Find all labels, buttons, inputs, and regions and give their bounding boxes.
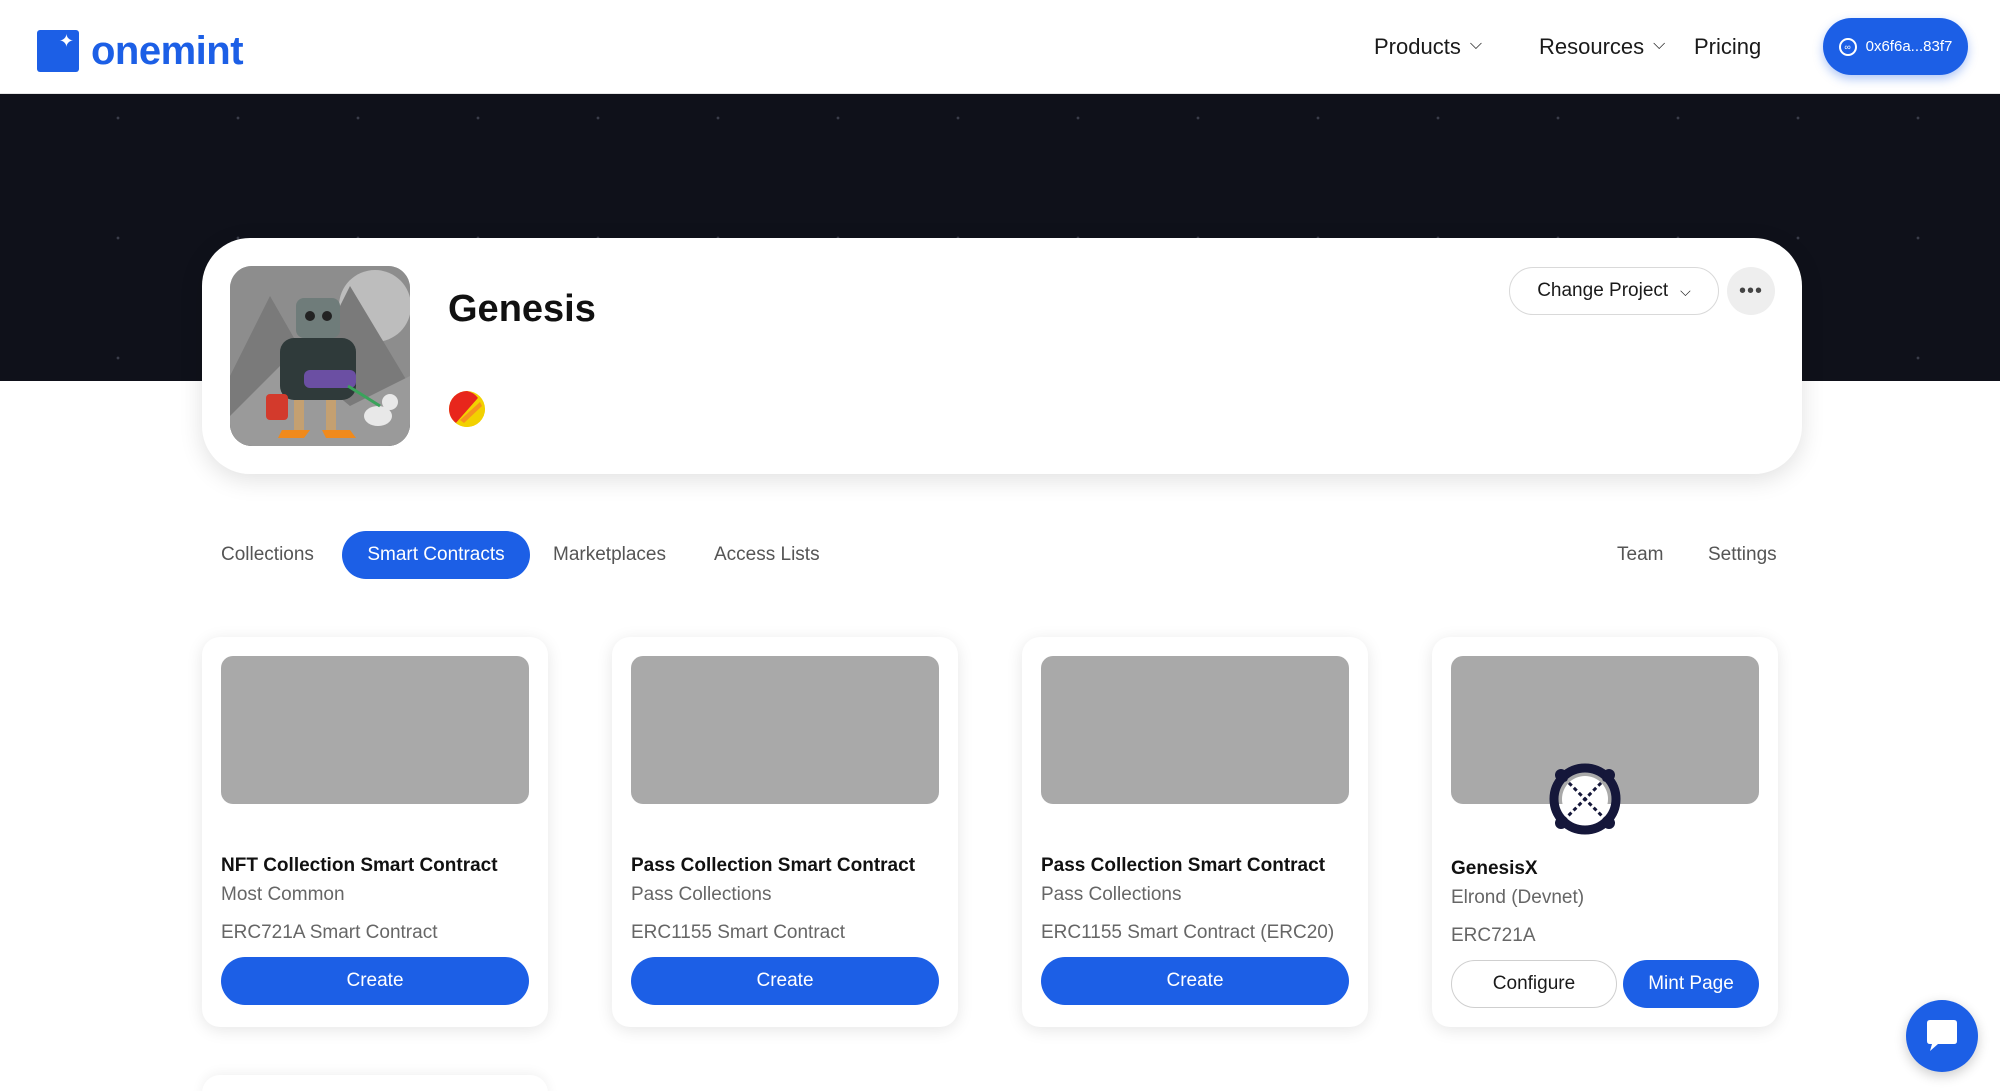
chevron-down-icon: ⌵ (1469, 36, 1482, 53)
change-project-label: Change Project (1537, 280, 1669, 301)
contract-card: NFT Collection Smart Contract Most Commo… (202, 637, 548, 1027)
create-button[interactable]: Create (221, 957, 529, 1005)
tab-smart-contracts[interactable]: Smart Contracts (342, 531, 530, 579)
chevron-down-icon: ⌵ (1653, 36, 1666, 53)
logo-text: onemint (91, 29, 244, 73)
more-options-button[interactable]: ••• (1727, 267, 1775, 315)
project-avatar (230, 266, 410, 446)
contract-card: Pass Collection Smart Contract Pass Coll… (1022, 637, 1368, 1027)
ellipsis-icon: ••• (1738, 279, 1763, 302)
contract-subtitle: Pass Collections (631, 884, 772, 905)
project-title: Genesis (448, 288, 596, 330)
contract-title: Pass Collection Smart Contract (631, 855, 916, 876)
contract-title: Pass Collection Smart Contract (1041, 855, 1326, 876)
contract-type: ERC721A Smart Contract (221, 922, 438, 943)
tab-settings[interactable]: Settings (1708, 531, 1777, 579)
deployed-contract-card: GenesisX Elrond (Devnet) ERC721A Configu… (1432, 637, 1778, 1027)
tab-marketplaces[interactable]: Marketplaces (553, 531, 666, 579)
contract-type: ERC721A (1451, 925, 1536, 946)
contract-thumbnail (631, 656, 939, 804)
mint-page-button[interactable]: Mint Page (1623, 960, 1759, 1008)
wallet-address: 0x6f6a...83f7 (1865, 38, 1953, 55)
wallet-button[interactable]: ∞ 0x6f6a...83f7 (1823, 18, 1968, 75)
tab-team[interactable]: Team (1617, 531, 1663, 579)
contract-thumbnail (221, 656, 529, 804)
nav-resources-label: Resources (1539, 34, 1645, 59)
contract-type: ERC1155 Smart Contract (631, 922, 846, 943)
contract-network: Elrond (Devnet) (1451, 887, 1585, 908)
create-button[interactable]: Create (1041, 957, 1349, 1005)
logo-mark-icon: ✦ (37, 30, 79, 72)
nav-products-menu[interactable]: Products ⌵ (1374, 30, 1482, 64)
contract-subtitle: Most Common (221, 884, 345, 905)
nav-products-label: Products (1374, 34, 1461, 59)
chat-icon (1927, 1020, 1957, 1051)
contract-card-partial (202, 1075, 548, 1091)
contract-subtitle: Pass Collections (1041, 884, 1182, 905)
tab-access-lists[interactable]: Access Lists (714, 531, 820, 579)
nav-pricing-label: Pricing (1694, 34, 1762, 59)
contract-card: Pass Collection Smart Contract Pass Coll… (612, 637, 958, 1027)
create-button[interactable]: Create (631, 957, 939, 1005)
chevron-down-icon: ⌵ (1680, 282, 1691, 299)
project-card: Genesis Change Project ⌵ ••• (202, 238, 1802, 474)
onemint-logo[interactable]: ✦ onemint (37, 29, 244, 73)
elrond-logo-icon (1547, 761, 1623, 837)
configure-button[interactable]: Configure (1451, 960, 1617, 1008)
nav-pricing-link[interactable]: Pricing (1694, 30, 1761, 64)
wallet-icon: ∞ (1838, 37, 1857, 56)
contract-thumbnail (1041, 656, 1349, 804)
tab-collections[interactable]: Collections (221, 531, 314, 579)
top-navbar: ✦ onemint Products ⌵ Resources ⌵ Pricing… (0, 0, 2000, 94)
change-project-dropdown[interactable]: Change Project ⌵ (1509, 267, 1719, 315)
contract-type: ERC1155 Smart Contract (ERC20) (1041, 922, 1335, 943)
nav-resources-menu[interactable]: Resources ⌵ (1539, 30, 1665, 64)
chat-button[interactable] (1906, 1000, 1978, 1072)
contract-title: GenesisX (1451, 858, 1538, 879)
chain-icon (448, 390, 486, 428)
contract-title: NFT Collection Smart Contract (221, 855, 498, 876)
